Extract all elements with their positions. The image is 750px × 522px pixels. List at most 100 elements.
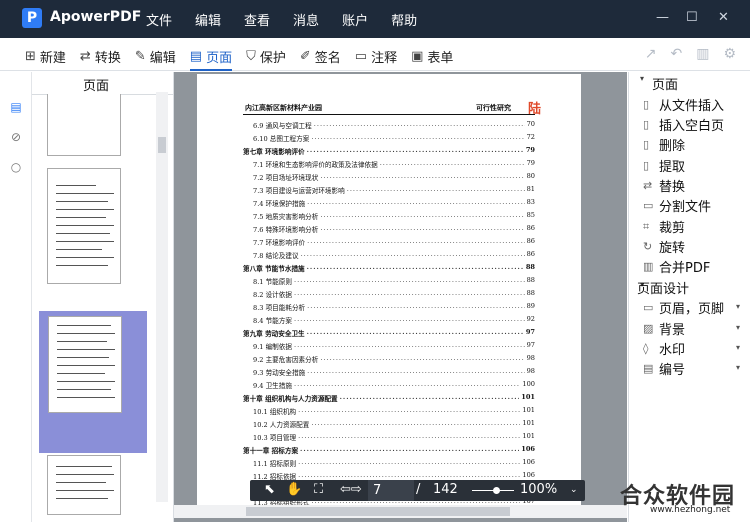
collapse-arrow-icon[interactable]: ▾ [640, 74, 644, 83]
form-icon: ▣ [411, 48, 424, 64]
thumbnails-icon[interactable]: ▤ [8, 100, 24, 116]
protect-button[interactable]: ⛉ 保护 [246, 46, 286, 66]
toc-entry[interactable]: 10.3 项目管理...............................… [243, 432, 535, 442]
toc-entry[interactable]: 8.3 项目能耗分析..............................… [243, 302, 535, 312]
replace-page-button[interactable]: ⇄ 替换 [643, 176, 685, 195]
toc-entry-title: 7.4 环境保护措施 [253, 200, 306, 208]
toc-entry[interactable]: 6.9 通风与空调工程.............................… [243, 120, 535, 130]
merge-pdf-button[interactable]: ▥ 合并PDF [643, 257, 710, 276]
zoom-level[interactable]: 100% [520, 482, 557, 497]
toc-entry[interactable]: 9.4 卫生措施................................… [243, 380, 535, 390]
menu-view[interactable]: 查看 [244, 10, 270, 29]
shield-icon: ⛉ [246, 48, 256, 64]
delete-page-button[interactable]: ▯ 删除 [643, 135, 685, 154]
toc-entry[interactable]: 10.1 组织机构...............................… [243, 406, 535, 416]
share-icon[interactable]: ↗ [645, 46, 657, 62]
plus-square-icon: ⊞ [25, 48, 36, 64]
menu-help[interactable]: 帮助 [391, 10, 417, 29]
numbering-button[interactable]: ▤ 编号 [643, 359, 685, 378]
menu-file[interactable]: 文件 [146, 10, 172, 29]
dropdown-arrow-icon[interactable]: ▾ [736, 323, 740, 332]
insert-blank-page-button[interactable]: ▯ 插入空白页 [643, 115, 724, 134]
thumbnail-scrollbar[interactable] [156, 92, 168, 502]
toc-entry[interactable]: 9.1 编制依据................................… [243, 341, 535, 351]
new-button[interactable]: ⊞ 新建 [25, 46, 66, 66]
thumb-line [57, 357, 109, 358]
toc-entry[interactable]: 9.3 劳动安全措施..............................… [243, 367, 535, 377]
comment-button[interactable]: ▭ 注释 [355, 46, 397, 66]
page-thumbnail-7[interactable] [48, 316, 122, 413]
toc-entry[interactable]: 7.1 环境和生态影响评价的政策及法律依据...................… [243, 159, 535, 169]
split-file-button[interactable]: ▭ 分割文件 [643, 196, 711, 215]
toc-entry[interactable]: 8.2 设计依据................................… [243, 289, 535, 299]
toc-leader-dots: ........................................… [293, 380, 521, 388]
fit-page-icon[interactable]: ⛶ [314, 482, 323, 497]
dropdown-arrow-icon[interactable]: ▾ [736, 343, 740, 352]
toc-entry-page: 83 [526, 198, 535, 206]
toc-leader-dots: ........................................… [293, 289, 525, 297]
dropdown-arrow-icon[interactable]: ▾ [736, 363, 740, 372]
sign-button[interactable]: ✐ 签名 [300, 46, 341, 66]
horizontal-scrollbar-thumb[interactable] [246, 507, 510, 516]
toc-entry[interactable]: 11.1 招标原则...............................… [243, 458, 535, 468]
menu-edit[interactable]: 编辑 [195, 10, 221, 29]
toc-entry[interactable]: 8.4 节能方案................................… [243, 315, 535, 325]
select-tool-icon[interactable]: ⬉ [264, 482, 275, 497]
toc-entry[interactable]: 第九章 劳动安全卫生..............................… [243, 328, 535, 338]
maximize-icon[interactable]: ☐ [686, 10, 698, 25]
menu-account[interactable]: 账户 [342, 10, 368, 29]
toc-entry[interactable]: 7.4 环境保护措施..............................… [243, 198, 535, 208]
toc-entry-page: 89 [526, 302, 535, 310]
toc-entry-page: 85 [526, 211, 535, 219]
thumbnail-scrollbar-thumb[interactable] [158, 137, 166, 153]
minimize-icon[interactable]: — [656, 10, 669, 25]
toc-entry[interactable]: 10.2 人力资源配置.............................… [243, 419, 535, 429]
background-button[interactable]: ▨ 背景 [643, 319, 685, 338]
crop-button[interactable]: ⌗ 裁剪 [643, 217, 685, 237]
insert-from-file-button[interactable]: ▯ 从文件插入 [643, 95, 724, 114]
search-icon[interactable]: ○ [8, 160, 24, 176]
current-page-input[interactable]: 7 [368, 480, 414, 501]
close-icon[interactable]: ✕ [718, 10, 729, 25]
settings-icon[interactable]: ⚙ [723, 46, 736, 62]
edit-button[interactable]: ✎ 编辑 [135, 46, 176, 66]
prev-next-page-icon[interactable]: ⇦⇨ [340, 482, 362, 497]
page-thumbnail-8[interactable] [47, 455, 121, 515]
toc-entry[interactable]: 7.3 项目建设与运营对环境影响........................… [243, 185, 535, 195]
page-thumbnail-5[interactable] [47, 94, 121, 156]
toc-entry-title: 7.2 项目场址环境现状 [253, 174, 319, 182]
zoom-slider-handle[interactable] [493, 487, 500, 494]
convert-button[interactable]: ⇄ 转换 [80, 46, 121, 66]
toc-entry[interactable]: 第十一章 招标方案...............................… [243, 445, 535, 455]
toc-entry[interactable]: 6.10 总图工程方案.............................… [243, 133, 535, 143]
attachment-icon[interactable]: ⊘ [8, 130, 24, 146]
save-icon[interactable]: ▥ [696, 46, 709, 62]
crop-icon: ⌗ [643, 219, 650, 233]
toc-entry[interactable]: 7.2 项目场址环境现状............................… [243, 172, 535, 182]
toc-leader-dots: ........................................… [298, 432, 520, 440]
watermark-button[interactable]: ◊ 水印 [643, 339, 685, 358]
toc-entry-page: 70 [526, 120, 535, 128]
toc-entry[interactable]: 7.7 环境影响评价..............................… [243, 237, 535, 247]
toc-entry-page: 88 [526, 289, 535, 297]
toc-entry[interactable]: 7.6 特殊环境影响分析............................… [243, 224, 535, 234]
page-button[interactable]: ▤ 页面 [189, 46, 233, 71]
toc-entry[interactable]: 第十章 组织机构与人力资源配置.........................… [243, 393, 535, 403]
rotate-button[interactable]: ↻ 旋转 [643, 237, 685, 256]
undo-icon[interactable]: ↶ [670, 46, 682, 62]
form-button[interactable]: ▣ 表单 [411, 46, 453, 66]
toc-entry-title: 8.4 节能方案 [253, 317, 292, 325]
hand-tool-icon[interactable]: ✋ [286, 482, 302, 497]
toc-entry[interactable]: 第八章 节能节水措施..............................… [243, 263, 535, 273]
toc-entry[interactable]: 8.1 节能原则................................… [243, 276, 535, 286]
toc-entry[interactable]: 9.2 主要危害因素分析............................… [243, 354, 535, 364]
header-footer-button[interactable]: ▭ 页眉，页脚 [643, 298, 724, 317]
toc-entry[interactable]: 7.8 结论及建议...............................… [243, 250, 535, 260]
page-thumbnail-6[interactable] [47, 168, 121, 284]
zoom-dropdown-icon[interactable]: ⌄ [570, 485, 578, 495]
extract-page-button[interactable]: ▯ 提取 [643, 156, 685, 175]
menu-messages[interactable]: 消息 [293, 10, 319, 29]
dropdown-arrow-icon[interactable]: ▾ [736, 302, 740, 311]
toc-entry[interactable]: 7.5 地质灾害影响分析............................… [243, 211, 535, 221]
toc-entry[interactable]: 第七章 环境影响评价..............................… [243, 146, 535, 156]
